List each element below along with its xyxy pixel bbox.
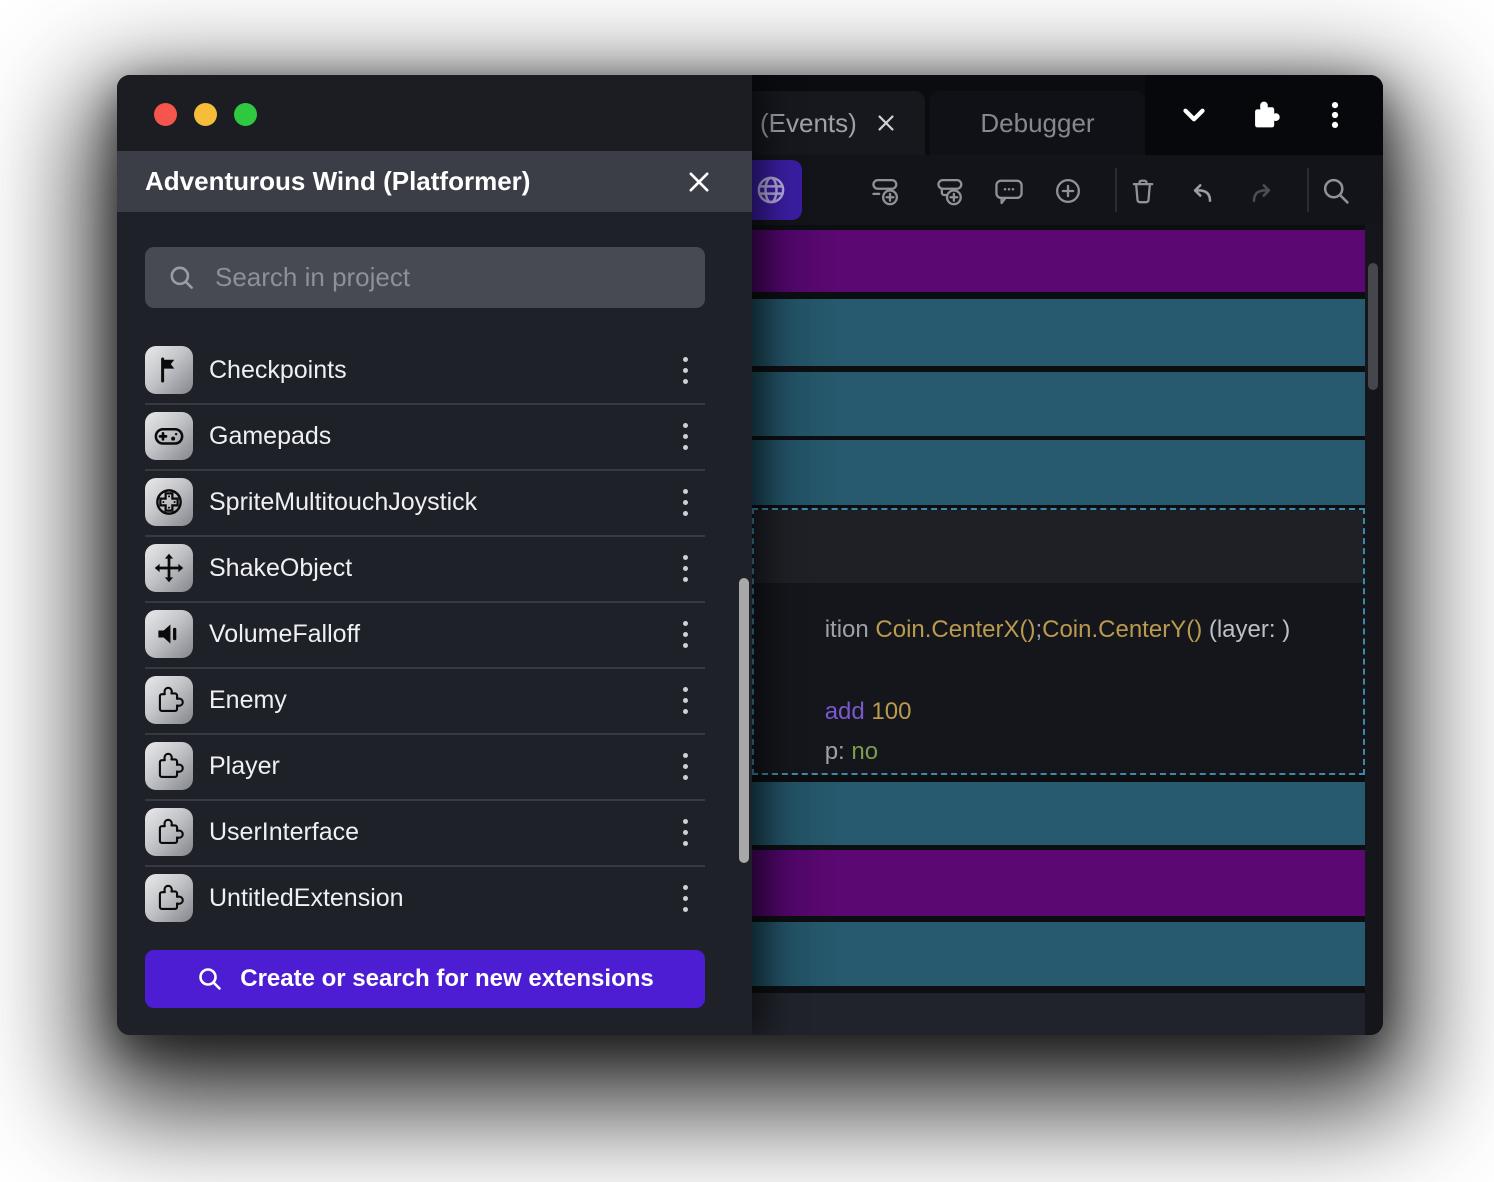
create-extension-button[interactable]: Create or search for new extensions: [145, 950, 705, 1008]
event-action-text: ition Coin.CenterX();Coin.CenterY() (lay…: [758, 588, 1290, 672]
events-toolbar: [752, 155, 1383, 225]
event-row[interactable]: [752, 922, 1365, 986]
tab-close-icon[interactable]: [873, 110, 899, 136]
more-menu-kebab-icon[interactable]: [1313, 93, 1357, 137]
panel-title: Adventurous Wind (Platformer): [145, 166, 530, 197]
window-controls: [1145, 75, 1383, 155]
list-item-shakeobject[interactable]: ShakeObject: [117, 535, 752, 601]
tab-debugger-label: Debugger: [980, 108, 1094, 139]
item-label: Checkpoints: [209, 337, 347, 403]
joystick-icon: [145, 478, 193, 526]
list-item-player[interactable]: Player: [117, 733, 752, 799]
item-label: Player: [209, 733, 280, 799]
close-traffic-light[interactable]: [154, 103, 177, 126]
event-row[interactable]: [752, 782, 1365, 845]
event-row[interactable]: [752, 299, 1365, 366]
item-label: ShakeObject: [209, 535, 352, 601]
item-label: UntitledExtension: [209, 865, 404, 931]
circle-plus-icon[interactable]: [1051, 174, 1085, 208]
toolbar-divider: [1115, 168, 1117, 212]
item-menu-kebab-icon[interactable]: [665, 812, 705, 852]
tab-events[interactable]: (Events): [752, 91, 925, 155]
item-label: VolumeFalloff: [209, 601, 360, 667]
item-menu-kebab-icon[interactable]: [665, 680, 705, 720]
event-row[interactable]: [752, 850, 1365, 916]
item-menu-kebab-icon[interactable]: [665, 482, 705, 522]
panel-scrollbar-thumb[interactable]: [739, 578, 749, 863]
search-icon: [196, 965, 224, 993]
event-conditions-area: [754, 510, 1363, 583]
puzzle-icon: [145, 676, 193, 724]
app-window: (Events) Debugger: [117, 75, 1383, 1035]
redo-icon[interactable]: [1245, 174, 1279, 208]
item-menu-kebab-icon[interactable]: [665, 878, 705, 918]
puzzle-icon: [145, 742, 193, 790]
maximize-traffic-light[interactable]: [234, 103, 257, 126]
item-label: UserInterface: [209, 799, 359, 865]
event-row[interactable]: [752, 230, 1365, 292]
event-row[interactable]: [752, 372, 1365, 436]
puzzle-icon: [145, 808, 193, 856]
list-item-volumefalloff[interactable]: VolumeFalloff: [117, 601, 752, 667]
tab-debugger[interactable]: Debugger: [930, 91, 1145, 155]
item-label: SpriteMultitouchJoystick: [209, 469, 477, 535]
flag-icon: [145, 346, 193, 394]
item-label: Enemy: [209, 667, 287, 733]
extensions-puzzle-icon[interactable]: [1242, 93, 1286, 137]
gamepad-icon: [145, 412, 193, 460]
item-menu-kebab-icon[interactable]: [665, 416, 705, 456]
move-arrows-icon: [145, 544, 193, 592]
add-comment-icon[interactable]: [992, 174, 1026, 208]
toolbar-divider: [1307, 168, 1309, 212]
speaker-icon: [145, 610, 193, 658]
puzzle-icon: [145, 874, 193, 922]
item-menu-kebab-icon[interactable]: [665, 350, 705, 390]
list-item-untitledextension[interactable]: UntitledExtension: [117, 865, 752, 931]
add-subevent-icon[interactable]: [934, 174, 968, 208]
item-label: Gamepads: [209, 403, 331, 469]
list-item-checkpoints[interactable]: Checkpoints: [117, 337, 752, 403]
list-item-gamepads[interactable]: Gamepads: [117, 403, 752, 469]
events-scrollbar-thumb[interactable]: [1368, 263, 1378, 390]
events-sheet: ition Coin.CenterX();Coin.CenterY() (lay…: [752, 225, 1383, 1035]
item-menu-kebab-icon[interactable]: [665, 746, 705, 786]
search-events-icon[interactable]: [1319, 174, 1353, 208]
minimize-traffic-light[interactable]: [194, 103, 217, 126]
extensions-panel: Adventurous Wind (Platformer) Checkpoint…: [117, 75, 752, 1035]
list-item-spritemultitouchjoystick[interactable]: SpriteMultitouchJoystick: [117, 469, 752, 535]
panel-header: Adventurous Wind (Platformer): [117, 151, 752, 212]
event-row[interactable]: [752, 440, 1365, 505]
project-search: [145, 247, 705, 308]
create-extension-label: Create or search for new extensions: [240, 965, 653, 993]
tab-events-label: (Events): [760, 108, 857, 139]
macos-titlebar: [117, 75, 752, 151]
list-item-enemy[interactable]: Enemy: [117, 667, 752, 733]
close-icon[interactable]: [684, 167, 714, 197]
selected-event-block[interactable]: ition Coin.CenterX();Coin.CenterY() (lay…: [752, 508, 1365, 775]
list-item-userinterface[interactable]: UserInterface: [117, 799, 752, 865]
tab-bar: (Events) Debugger: [752, 75, 1383, 155]
item-menu-kebab-icon[interactable]: [665, 614, 705, 654]
search-input[interactable]: [213, 261, 657, 294]
search-icon: [167, 263, 197, 293]
item-menu-kebab-icon[interactable]: [665, 548, 705, 588]
undo-icon[interactable]: [1185, 174, 1219, 208]
add-event-icon[interactable]: [869, 174, 903, 208]
delete-trash-icon[interactable]: [1126, 174, 1160, 208]
chevron-down-icon[interactable]: [1172, 93, 1216, 137]
events-editor: (Events) Debugger: [752, 75, 1383, 1035]
extensions-list: Checkpoints Gamepads: [117, 337, 752, 931]
